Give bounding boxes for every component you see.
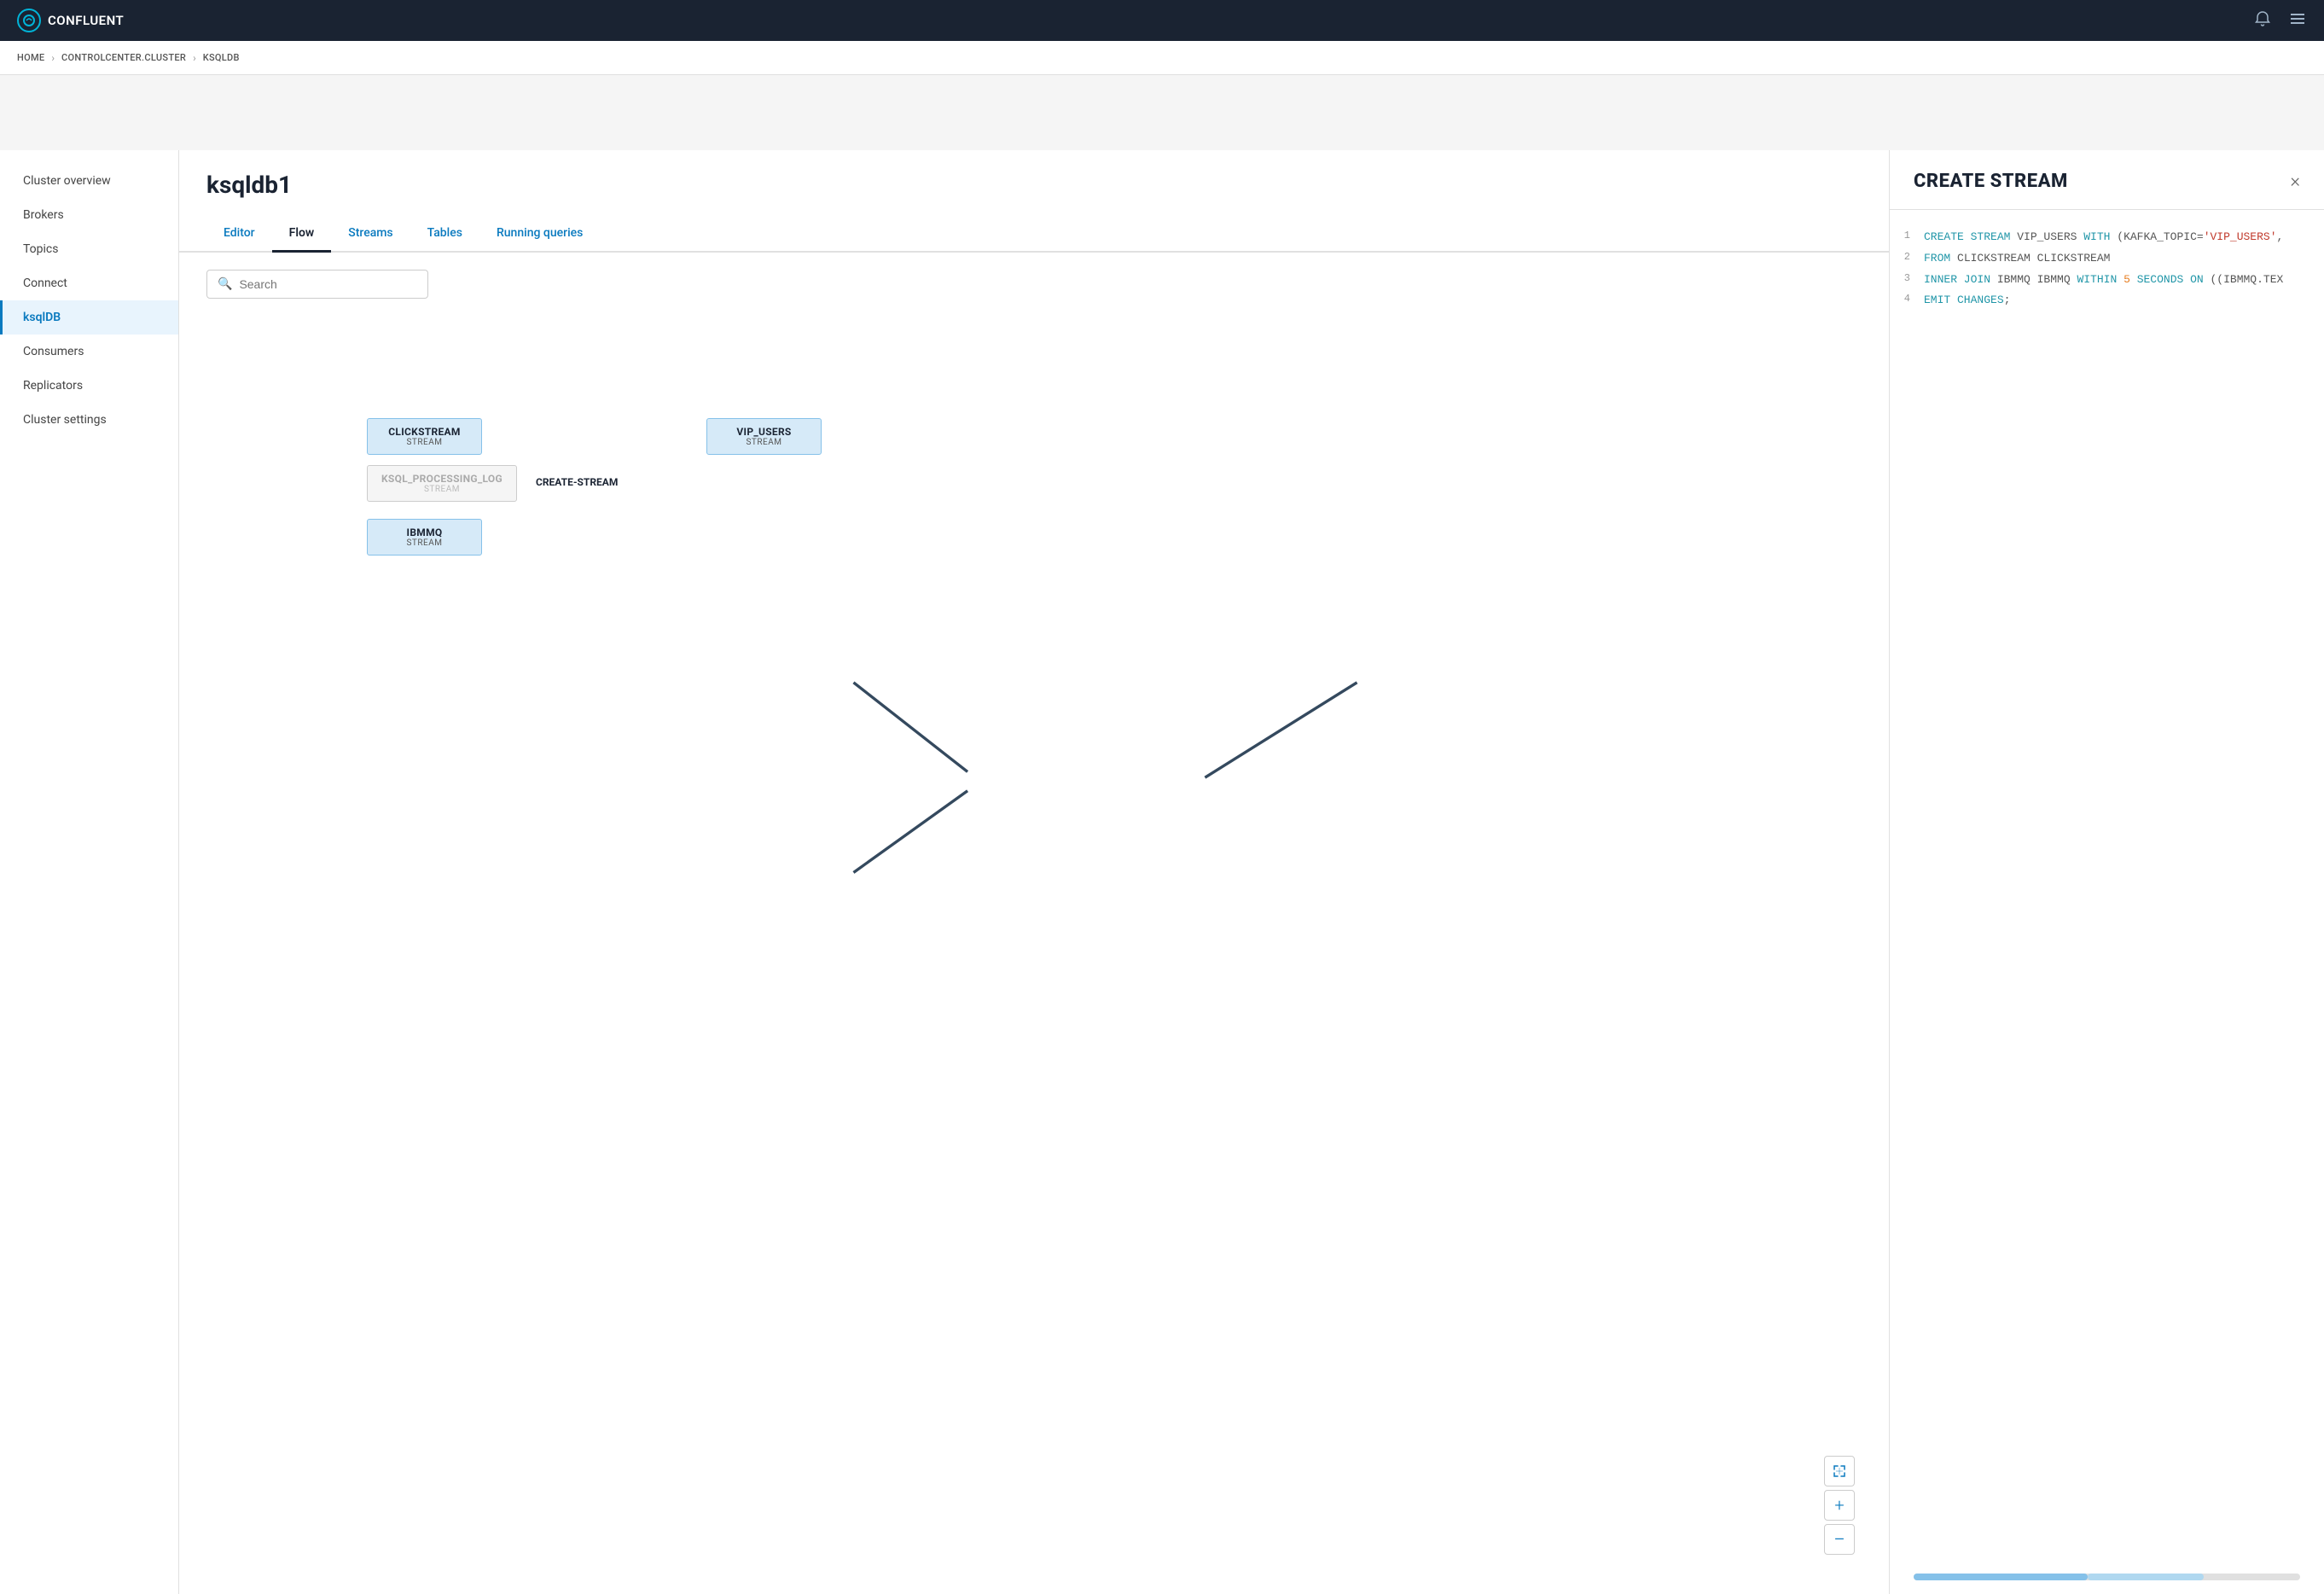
flow-svg	[179, 316, 1889, 1589]
search-box[interactable]: 🔍	[206, 270, 428, 299]
page-title: ksqldb1	[206, 171, 1862, 199]
sidebar: Cluster overview Brokers Topics Connect …	[0, 150, 179, 1594]
node-create-stream-name: CREATE-STREAM	[536, 476, 618, 488]
zoom-in-button[interactable]: +	[1824, 1490, 1855, 1521]
search-input[interactable]	[239, 277, 417, 291]
sidebar-item-cluster-overview[interactable]: Cluster overview	[0, 164, 178, 198]
node-vip-users-name: VIP_USERS	[721, 426, 807, 438]
line-code-3: INNER JOIN IBMMQ IBMMQ WITHIN 5 SECONDS …	[1924, 271, 2283, 289]
sidebar-label-cluster-overview: Cluster overview	[23, 174, 111, 188]
sidebar-label-replicators: Replicators	[23, 379, 83, 393]
sidebar-label-consumers: Consumers	[23, 345, 84, 358]
node-ibmmq-name: IBMMQ	[381, 526, 468, 538]
sidebar-label-connect: Connect	[23, 276, 67, 290]
panel-header: CREATE STREAM ×	[1890, 150, 2324, 210]
sidebar-item-brokers[interactable]: Brokers	[0, 198, 178, 232]
sidebar-item-consumers[interactable]: Consumers	[0, 335, 178, 369]
line-num-3: 3	[1890, 271, 1924, 284]
zoom-in-icon: +	[1834, 1497, 1844, 1514]
nav-left: CONFLUENT	[17, 9, 124, 32]
nav-right	[2254, 9, 2307, 32]
line-num-4: 4	[1890, 292, 1924, 305]
zoom-fit-button[interactable]	[1824, 1456, 1855, 1486]
main-content: ksqldb1 Editor Flow Streams Tables Runni…	[179, 150, 1889, 1594]
sidebar-label-brokers: Brokers	[23, 208, 64, 222]
node-ksql-type: STREAM	[381, 485, 503, 494]
line-num-2: 2	[1890, 250, 1924, 263]
zoom-out-button[interactable]: −	[1824, 1524, 1855, 1555]
search-area: 🔍	[179, 253, 1889, 316]
sidebar-label-ksqldb: ksqlDB	[23, 311, 61, 324]
sidebar-label-cluster-settings: Cluster settings	[23, 413, 107, 427]
page-header: ksqldb1	[179, 150, 1889, 199]
breadcrumb-cluster[interactable]: CONTROLCENTER.CLUSTER	[61, 52, 186, 63]
code-line-2: 2 FROM CLICKSTREAM CLICKSTREAM	[1890, 248, 2324, 270]
node-ksql-name: KSQL_PROCESSING_LOG	[381, 473, 503, 485]
top-nav: CONFLUENT	[0, 0, 2324, 41]
line-num-1: 1	[1890, 229, 1924, 241]
node-create-stream[interactable]: CREATE-STREAM	[536, 476, 618, 488]
line-code-1: CREATE STREAM VIP_USERS WITH (KAFKA_TOPI…	[1924, 229, 2283, 247]
right-panel: CREATE STREAM × 1 CREATE STREAM VIP_USER…	[1889, 150, 2324, 1594]
tab-flow[interactable]: Flow	[272, 216, 332, 253]
tab-editor[interactable]: Editor	[206, 216, 272, 253]
sidebar-item-ksqldb[interactable]: ksqlDB	[0, 300, 178, 335]
line-code-2: FROM CLICKSTREAM CLICKSTREAM	[1924, 250, 2110, 268]
node-vip-users[interactable]: VIP_USERS STREAM	[706, 418, 822, 455]
breadcrumb-page: KSQLDB	[203, 52, 240, 63]
tab-bar: Editor Flow Streams Tables Running queri…	[179, 216, 1889, 253]
code-line-4: 4 EMIT CHANGES;	[1890, 290, 2324, 311]
sidebar-item-replicators[interactable]: Replicators	[0, 369, 178, 403]
breadcrumb-home[interactable]: HOME	[17, 52, 44, 63]
tab-running-queries[interactable]: Running queries	[479, 216, 600, 253]
sidebar-item-cluster-settings[interactable]: Cluster settings	[0, 403, 178, 437]
zoom-controls: + −	[1824, 1456, 1855, 1555]
node-vip-users-type: STREAM	[721, 438, 807, 447]
node-ibmmq[interactable]: IBMMQ STREAM	[367, 519, 482, 556]
logo-text: CONFLUENT	[48, 13, 124, 28]
logo-icon	[17, 9, 41, 32]
breadcrumb-sep-1: ›	[51, 52, 55, 64]
sidebar-item-topics[interactable]: Topics	[0, 232, 178, 266]
flow-canvas: CLICKSTREAM STREAM KSQL_PROCESSING_LOG S…	[179, 316, 1889, 1589]
line-code-4: EMIT CHANGES;	[1924, 292, 2010, 310]
node-ibmmq-type: STREAM	[381, 538, 468, 548]
panel-scrollbar[interactable]	[1914, 1574, 2300, 1580]
confluent-logo[interactable]: CONFLUENT	[17, 9, 124, 32]
panel-title: CREATE STREAM	[1914, 171, 2068, 192]
scrollbar-thumb	[1914, 1574, 2088, 1580]
panel-close-button[interactable]: ×	[2290, 172, 2300, 191]
breadcrumb-sep-2: ›	[193, 52, 196, 64]
menu-icon[interactable]	[2288, 9, 2307, 32]
node-clickstream-name: CLICKSTREAM	[381, 426, 468, 438]
breadcrumb: HOME › CONTROLCENTER.CLUSTER › KSQLDB	[0, 41, 2324, 75]
sidebar-item-connect[interactable]: Connect	[0, 266, 178, 300]
zoom-out-icon: −	[1833, 1529, 1845, 1550]
node-ksql-processing-log[interactable]: KSQL_PROCESSING_LOG STREAM	[367, 465, 517, 502]
tab-streams[interactable]: Streams	[331, 216, 410, 253]
node-clickstream-type: STREAM	[381, 438, 468, 447]
sidebar-label-topics: Topics	[23, 242, 58, 256]
tab-tables[interactable]: Tables	[410, 216, 479, 253]
search-icon: 🔍	[218, 277, 232, 291]
node-clickstream[interactable]: CLICKSTREAM STREAM	[367, 418, 482, 455]
code-line-1: 1 CREATE STREAM VIP_USERS WITH (KAFKA_TO…	[1890, 227, 2324, 248]
scrollbar-thumb2	[2088, 1574, 2204, 1580]
code-line-3: 3 INNER JOIN IBMMQ IBMMQ WITHIN 5 SECOND…	[1890, 270, 2324, 291]
code-area: 1 CREATE STREAM VIP_USERS WITH (KAFKA_TO…	[1890, 210, 2324, 1574]
app-body: Cluster overview Brokers Topics Connect …	[0, 150, 2324, 1594]
bell-icon[interactable]	[2254, 10, 2271, 32]
